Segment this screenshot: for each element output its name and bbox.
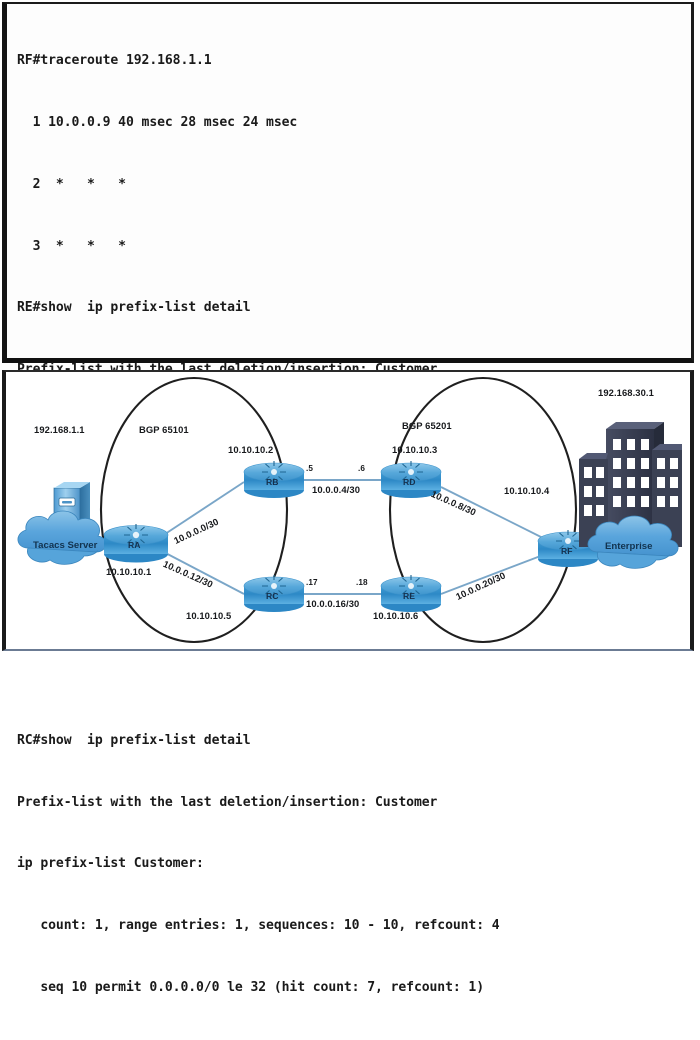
as-65101-label: BGP 65101 [139, 424, 189, 435]
tacacs-cloud-icon [17, 510, 107, 565]
router-rb-loopback-label: 10.10.10.2 [228, 444, 274, 455]
link-rc-re-label: 10.0.0.16/30 [306, 598, 360, 609]
link-rb-rd-label: 10.0.0.4/30 [312, 484, 361, 495]
router-rb-label: RB [266, 477, 279, 487]
terminal-line: count: 1, range entries: 1, sequences: 1… [17, 918, 500, 934]
terminal-line: seq 10 permit 0.0.0.0/0 le 32 (hit count… [17, 979, 484, 995]
terminal-line: Prefix-list with the last deletion/inser… [17, 794, 438, 810]
router-re-loopback-label: 10.10.10.6 [373, 610, 419, 621]
as-65201-label: BGP 65201 [402, 420, 452, 431]
router-rd-loopback-label: 10.10.10.3 [392, 444, 438, 455]
router-rc-loopback-label: 10.10.10.5 [186, 610, 232, 621]
interface-rc-to-re-label: .17 [306, 578, 318, 587]
terminal-line: 1 10.0.0.9 40 msec 28 msec 24 msec [17, 114, 298, 130]
interface-re-to-rc-label: .18 [356, 578, 368, 587]
interface-rb-to-rd-label: .5 [306, 464, 314, 473]
router-re-label: RE [403, 591, 415, 601]
router-rc-label: RC [266, 591, 279, 601]
tacacs-cloud-label: Tacacs Server [33, 540, 98, 551]
router-ra-label: RA [128, 540, 141, 550]
terminal-line: 2 * * * [17, 176, 127, 192]
router-rd-label: RD [403, 477, 416, 487]
terminal-output-panel: RF#traceroute 192.168.1.1 1 10.0.0.9 40 … [2, 2, 694, 995]
router-ra-loopback-label: 10.10.10.1 [106, 566, 152, 577]
terminal-line: RC#show ip prefix-list detail [17, 732, 251, 748]
router-rf-loopback-label: 10.10.10.4 [504, 485, 550, 496]
network-topology-panel: Tacacs Server 192.168.1.1 BGP 65101 BGP … [2, 370, 694, 651]
terminal-line: RF#traceroute 192.168.1.1 [17, 53, 212, 69]
enterprise-ip-label: 192.168.30.1 [598, 387, 654, 398]
enterprise-cloud-label: Enterprise [605, 541, 653, 552]
terminal-line: 3 * * * [17, 238, 127, 254]
router-rf-label: RF [561, 546, 573, 556]
interface-rd-to-rb-label: .6 [358, 464, 366, 473]
network-diagram: Tacacs Server 192.168.1.1 BGP 65101 BGP … [6, 372, 690, 649]
tacacs-server-ip-label: 192.168.1.1 [34, 424, 85, 435]
terminal-line: RE#show ip prefix-list detail [17, 300, 251, 316]
terminal-line: ip prefix-list Customer: [17, 856, 204, 872]
